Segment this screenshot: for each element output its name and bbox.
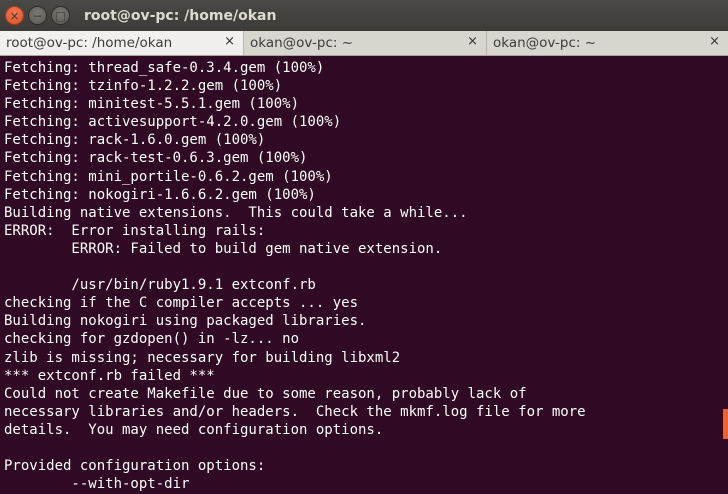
close-window-button[interactable]: × [5, 6, 24, 25]
terminal-line: zlib is missing; necessary for building … [4, 349, 401, 366]
tab-label: okan@ov-pc: ~ [250, 35, 354, 51]
terminal-window: × − □ root@ov-pc: /home/okan root@ov-pc:… [0, 0, 728, 494]
terminal-line: /usr/bin/ruby1.9.1 extconf.rb [4, 277, 316, 294]
scrollbar[interactable] [722, 56, 728, 494]
tab-bar: root@ov-pc: /home/okan × okan@ov-pc: ~ ×… [0, 31, 728, 56]
scrollbar-thumb[interactable] [723, 409, 728, 439]
terminal-line: ERROR: Failed to build gem native extens… [4, 240, 443, 257]
title-bar: × − □ root@ov-pc: /home/okan [0, 0, 728, 31]
tab-root-home-okan[interactable]: root@ov-pc: /home/okan × [0, 31, 244, 55]
terminal-line: checking for gzdopen() in -lz... no [4, 331, 300, 348]
tab-label: okan@ov-pc: ~ [493, 35, 597, 51]
close-tab-icon[interactable]: × [709, 34, 720, 49]
tab-label: root@ov-pc: /home/okan [6, 35, 173, 51]
terminal-line: Fetching: thread_safe-0.3.4.gem (100%) [4, 60, 325, 76]
terminal-output[interactable]: Fetching: thread_safe-0.3.4.gem (100%) F… [0, 56, 728, 494]
close-tab-icon[interactable]: × [224, 34, 235, 49]
terminal-line: Fetching: rack-1.6.0.gem (100%) [4, 132, 266, 149]
terminal-line: Fetching: minitest-5.5.1.gem (100%) [4, 96, 300, 113]
terminal-line: *** extconf.rb failed *** [4, 367, 215, 384]
terminal-line: Fetching: nokogiri-1.6.6.2.gem (100%) [4, 186, 316, 203]
terminal-line: Building native extensions. This could t… [4, 204, 468, 221]
minimize-window-button[interactable]: − [28, 6, 47, 25]
window-title: root@ov-pc: /home/okan [84, 7, 277, 24]
terminal-line: --with-opt-dir [4, 476, 190, 493]
terminal-lines: Fetching: thread_safe-0.3.4.gem (100%) F… [4, 59, 586, 493]
terminal-line: ERROR: Error installing rails: [4, 222, 266, 239]
tab-okan-home-1[interactable]: okan@ov-pc: ~ × [244, 31, 487, 55]
terminal-line: checking if the C compiler accepts ... y… [4, 295, 359, 312]
window-controls: × − □ [5, 6, 70, 25]
terminal-line: Fetching: tzinfo-1.2.2.gem (100%) [4, 78, 283, 95]
terminal-line: details. You may need configuration opti… [4, 421, 384, 438]
terminal-line: Fetching: activesupport-4.2.0.gem (100%) [4, 114, 342, 131]
tab-okan-home-2[interactable]: okan@ov-pc: ~ × [487, 31, 728, 55]
terminal-line: Fetching: mini_portile-0.6.2.gem (100%) [4, 168, 333, 185]
terminal-line: Building nokogiri using packaged librari… [4, 313, 367, 330]
terminal-line: Could not create Makefile due to some re… [4, 385, 527, 402]
terminal-line: Fetching: rack-test-0.6.3.gem (100%) [4, 150, 308, 167]
maximize-window-button[interactable]: □ [51, 6, 70, 25]
terminal-line: necessary libraries and/or headers. Chec… [4, 403, 586, 420]
close-tab-icon[interactable]: × [467, 34, 478, 49]
terminal-line: Provided configuration options: [4, 458, 266, 475]
